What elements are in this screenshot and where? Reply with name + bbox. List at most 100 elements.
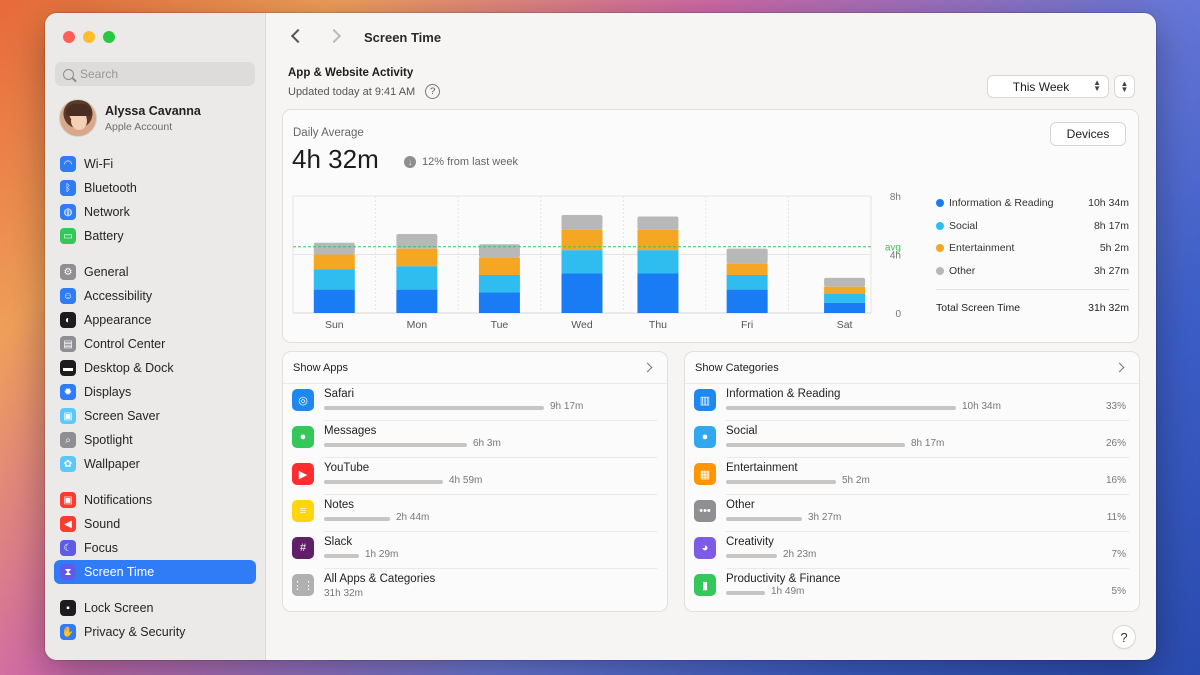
apps-list-card: Show Apps ◎ Safari 9h 17m ● Messages 6h 3m ▶ Yo…	[283, 352, 667, 611]
row-time: 6h 3m	[473, 438, 501, 449]
sidebar-item-label: Control Center	[84, 337, 166, 351]
app-row[interactable]: ⋮⋮ All Apps & Categories 31h 32m	[283, 569, 667, 606]
y-tick-label: 0	[895, 309, 901, 320]
sidebar-item-label: Wallpaper	[84, 457, 140, 471]
wallpaper-icon: ✿	[60, 456, 76, 472]
sidebar-item-screen-time[interactable]: ⧗ Screen Time	[54, 560, 256, 584]
show-categories-label: Show Categories	[695, 361, 779, 374]
sidebar-item-lock-screen[interactable]: ▪ Lock Screen	[54, 596, 256, 620]
sidebar-item-wallpaper[interactable]: ✿ Wallpaper	[54, 452, 256, 476]
bar-segment	[824, 302, 866, 313]
row-name: Productivity & Finance	[726, 573, 841, 585]
usage-bar	[726, 480, 836, 484]
show-categories-header[interactable]: Show Categories	[685, 352, 1139, 384]
forward-button[interactable]	[328, 27, 344, 45]
category-row[interactable]: ▮ Productivity & Finance 1h 49m 5%	[685, 569, 1139, 606]
usage-chart-card: Daily Average 4h 32m ↓ 12% from last wee…	[283, 110, 1138, 342]
show-apps-header[interactable]: Show Apps	[283, 352, 667, 384]
sidebar-item-appearance[interactable]: ◐ Appearance	[54, 308, 256, 332]
category-row[interactable]: ▦ Entertainment 5h 2m 16%	[685, 458, 1139, 495]
sidebar-item-label: Desktop & Dock	[84, 361, 174, 375]
usage-bar	[726, 591, 765, 595]
row-percent: 16%	[1105, 475, 1126, 486]
bar-segment	[396, 234, 438, 249]
sidebar-item-desktop-dock[interactable]: ▬ Desktop & Dock	[54, 356, 256, 380]
sidebar-item-privacy-security[interactable]: ✋ Privacy & Security	[54, 620, 256, 644]
sidebar-item-general[interactable]: ⚙ General	[54, 260, 256, 284]
back-button[interactable]	[288, 27, 304, 45]
avatar	[59, 99, 97, 137]
sidebar-item-sound[interactable]: ◀ Sound	[54, 512, 256, 536]
minimize-button[interactable]	[83, 31, 95, 43]
bar-segment	[824, 277, 866, 287]
category-row[interactable]: ▥ Information & Reading 10h 34m 33%	[685, 384, 1139, 421]
sidebar-item-label: Wi-Fi	[84, 157, 114, 171]
app-row[interactable]: # Slack 1h 29m	[283, 532, 667, 569]
window-controls	[63, 31, 115, 43]
info-help-button[interactable]: ?	[425, 84, 441, 99]
show-apps-label: Show Apps	[293, 361, 349, 374]
row-percent: 5%	[1111, 586, 1126, 597]
search-field[interactable]: Search	[55, 62, 255, 86]
bar-segment	[824, 286, 866, 294]
bar-segment	[396, 248, 438, 267]
app-row[interactable]: ▶ YouTube 4h 59m	[283, 458, 667, 495]
devices-button[interactable]: Devices	[1051, 123, 1125, 145]
category-row[interactable]: ◕ Creativity 2h 23m 7%	[685, 532, 1139, 569]
bar-segment	[637, 250, 679, 274]
sidebar-item-accessibility[interactable]: ☺ Accessibility	[54, 284, 256, 308]
app-row[interactable]: ≡ Notes 2h 44m	[283, 495, 667, 532]
main-content: Screen Time App & Website Activity Updat…	[266, 13, 1156, 660]
period-select[interactable]: This Week ▲ ▼	[988, 76, 1108, 97]
sidebar-item-screen-saver[interactable]: ▣ Screen Saver	[54, 404, 256, 428]
legend-dot	[936, 199, 944, 208]
zoom-button[interactable]	[103, 31, 115, 43]
sidebar-item-wi-fi[interactable]: ◠ Wi-Fi	[54, 152, 256, 176]
period-stepper[interactable]: ▲ ▼	[1115, 76, 1134, 97]
usage-bar	[324, 480, 443, 484]
bar-segment	[478, 244, 520, 258]
bar-segment	[561, 250, 603, 274]
wifi-icon: ◠	[60, 156, 76, 172]
legend-total: 8h 17m	[1093, 219, 1129, 232]
row-time: 4h 59m	[449, 475, 483, 486]
x-tick-label: Tue	[491, 319, 509, 331]
sidebar-item-label: Lock Screen	[84, 601, 154, 615]
sidebar-item-label: Notifications	[84, 493, 153, 507]
bar-segment	[478, 292, 520, 313]
sidebar-item-battery[interactable]: ▭ Battery	[54, 224, 256, 248]
categories-list-card: Show Categories ▥ Information & Reading 10…	[685, 352, 1139, 611]
sidebar-item-spotlight[interactable]: ⌕ Spotlight	[54, 428, 256, 452]
sidebar-item-label: Appearance	[84, 313, 152, 327]
desktop-dock-icon: ▬	[60, 360, 76, 376]
row-name: Slack	[324, 536, 353, 548]
sidebar-item-control-center[interactable]: ▤ Control Center	[54, 332, 256, 356]
legend-total: 10h 34m	[1088, 197, 1129, 210]
row-name: Other	[726, 499, 755, 511]
chevron-right-icon	[642, 362, 653, 373]
category-row[interactable]: ● Social 8h 17m 26%	[685, 421, 1139, 458]
usage-bar	[324, 406, 544, 410]
legend-item: Information & Reading 10h 34m	[936, 192, 1129, 215]
sidebar-group: ▣ Notifications ◀ Sound ☾ Focus ⧗ Screen Time	[54, 488, 256, 584]
bar-segment	[726, 289, 768, 313]
row-percent: 11%	[1106, 512, 1126, 523]
sidebar-item-displays[interactable]: ✹ Displays	[54, 380, 256, 404]
legend-item: Social 8h 17m	[936, 215, 1129, 238]
sidebar-item-focus[interactable]: ☾ Focus	[54, 536, 256, 560]
category-row[interactable]: ••• Other 3h 27m 11%	[685, 495, 1139, 532]
sidebar-item-network[interactable]: ◍ Network	[54, 200, 256, 224]
bar-segment	[561, 273, 603, 313]
account-row[interactable]: Alyssa Cavanna Apple Account	[59, 99, 201, 137]
sidebar-item-notifications[interactable]: ▣ Notifications	[54, 488, 256, 512]
bar-segment	[726, 263, 768, 275]
close-button[interactable]	[63, 31, 75, 43]
sidebar-item-label: Privacy & Security	[84, 625, 186, 639]
legend-item: Other 3h 27m	[936, 260, 1129, 283]
youtube-icon: ▶	[292, 463, 314, 485]
app-row[interactable]: ◎ Safari 9h 17m	[283, 384, 667, 421]
lock-screen-icon: ▪	[60, 600, 76, 616]
help-button[interactable]: ?	[1113, 626, 1135, 648]
sidebar-item-bluetooth[interactable]: ᛒ Bluetooth	[54, 176, 256, 200]
app-row[interactable]: ● Messages 6h 3m	[283, 421, 667, 458]
